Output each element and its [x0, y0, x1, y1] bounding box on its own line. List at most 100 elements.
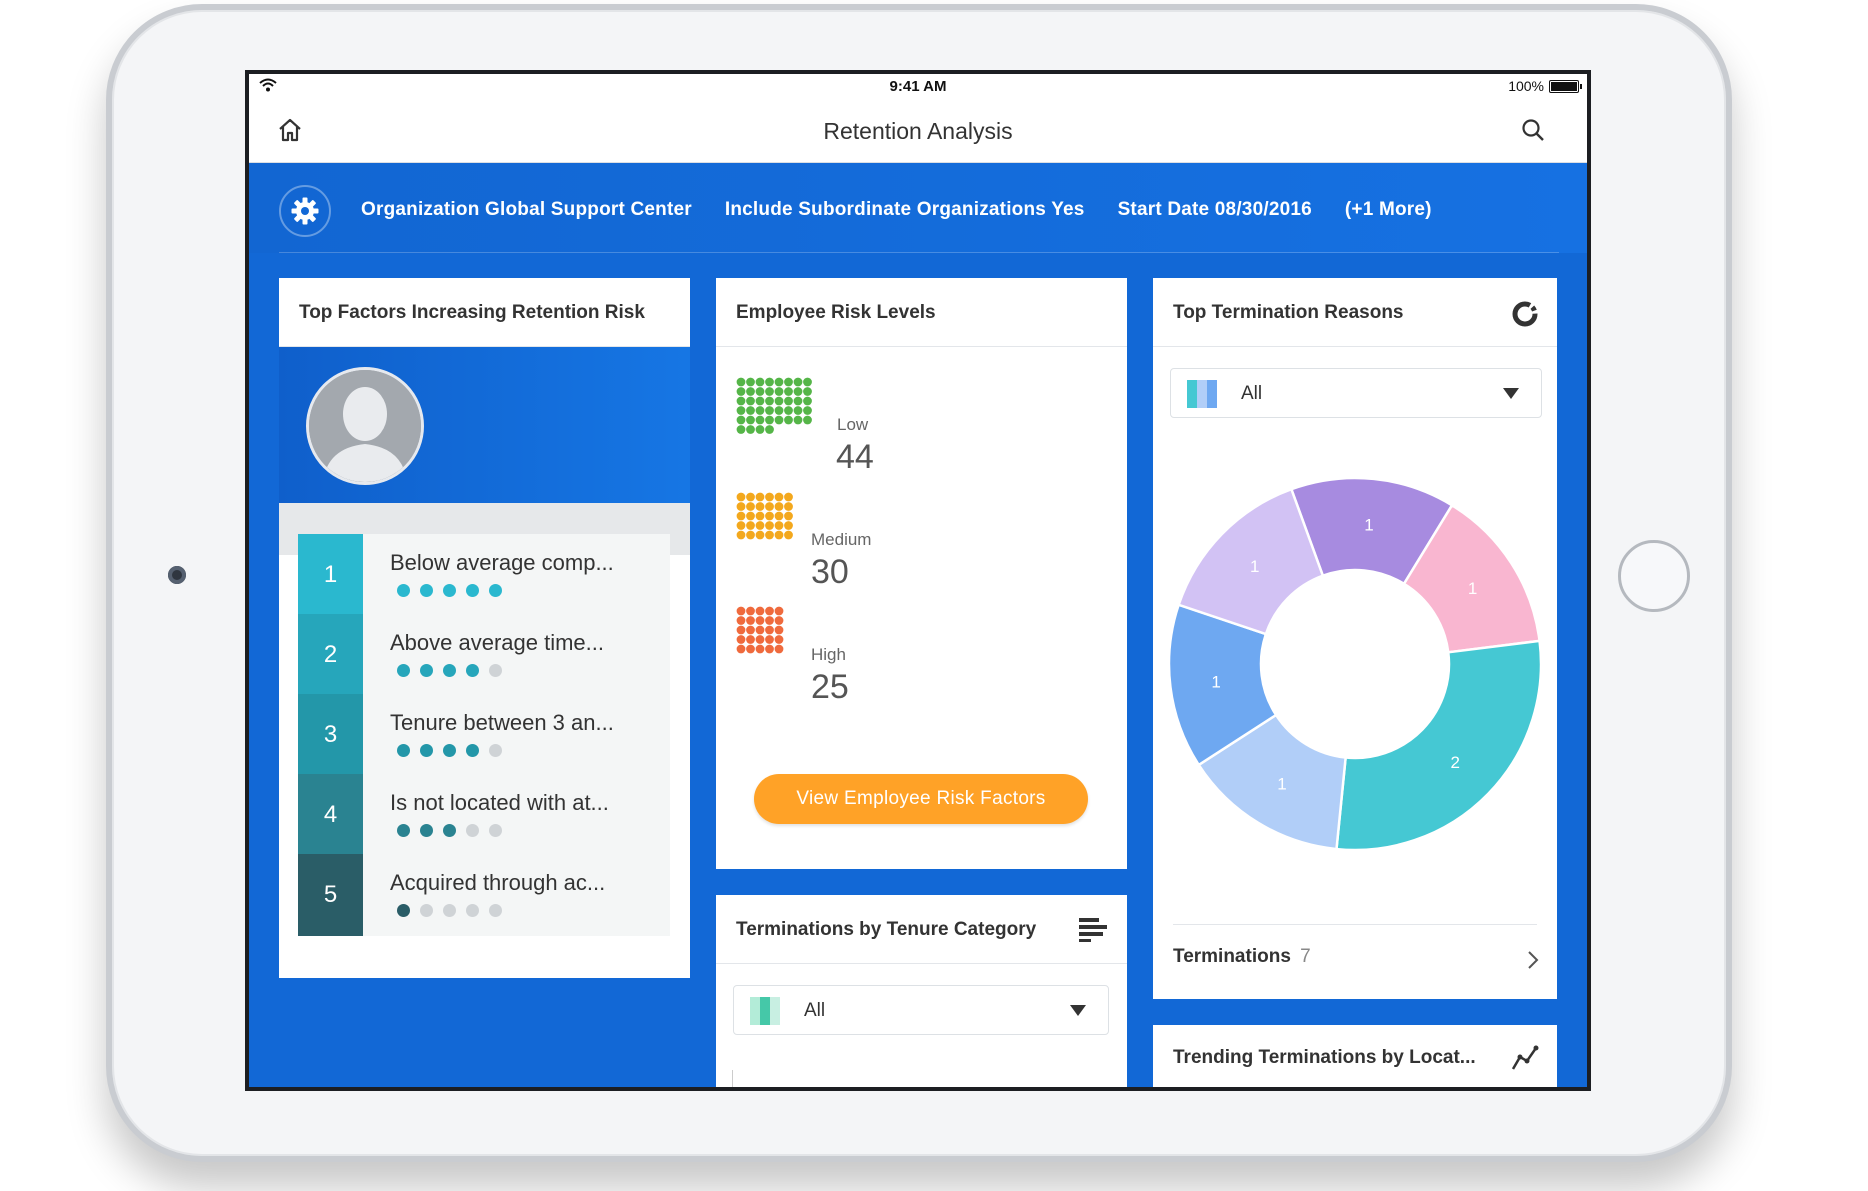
filter-start-date[interactable]: Start Date 08/30/2016 [1118, 199, 1312, 221]
risk-dot-low [803, 387, 812, 396]
risk-dot-low [774, 396, 784, 406]
factor-score-dots [397, 744, 502, 757]
donut-slice-label: 1 [1468, 579, 1477, 598]
filter-more[interactable]: (+1 More) [1345, 199, 1432, 221]
score-dot-empty [489, 824, 502, 837]
tenure-header: Terminations by Tenure Category [716, 895, 1127, 964]
risk-dot-medium [736, 492, 746, 502]
terminations-count: 7 [1300, 946, 1311, 967]
risk-dot-low [784, 406, 793, 415]
tenure-chevron-down-icon [1070, 1005, 1086, 1016]
risk-dot-high [746, 616, 755, 625]
risk-dot-low [755, 415, 765, 425]
factor-row[interactable]: 3 Tenure between 3 an... [298, 694, 670, 776]
risk-dot-medium [755, 511, 765, 521]
risk-dot-low [765, 415, 774, 425]
nav-bar: Retention Analysis [249, 98, 1587, 163]
risk-dot-medium [755, 521, 765, 530]
score-dot-filled [420, 824, 433, 837]
donut-slice-label: 2 [1450, 753, 1459, 772]
tenure-select[interactable]: All [733, 985, 1109, 1035]
search-icon[interactable] [1521, 118, 1545, 142]
risk-dot-high [765, 625, 774, 635]
risk-dot-high [774, 616, 784, 625]
line-chart-icon[interactable] [1511, 1045, 1539, 1071]
view-risk-factors-button[interactable]: View Employee Risk Factors [754, 774, 1088, 824]
termination-reasons-select[interactable]: All [1170, 368, 1542, 418]
score-dot-filled [397, 584, 410, 597]
factor-label: Above average time... [390, 630, 605, 655]
score-dot-filled [443, 824, 456, 837]
risk-dot-low [755, 406, 765, 415]
battery-percent: 100% [1508, 78, 1544, 94]
factor-row[interactable]: 4 Is not located with at... [298, 774, 670, 856]
risk-dot-low [765, 387, 774, 396]
risk-dot-low [746, 396, 755, 406]
risk-dot-medium [746, 502, 755, 511]
factor-row[interactable]: 5 Acquired through ac... [298, 854, 670, 936]
filter-include-subordinates[interactable]: Include Subordinate Organizations Yes [725, 199, 1085, 221]
gear-icon [291, 197, 319, 225]
avatar[interactable] [306, 367, 424, 485]
top-factors-header: Top Factors Increasing Retention Risk [279, 278, 690, 347]
page-title: Retention Analysis [823, 118, 1013, 144]
factor-score-dots [397, 824, 502, 837]
risk-dot-low [784, 396, 793, 406]
risk-dot-low [755, 396, 765, 406]
trending-card: Trending Terminations by Locat... [1153, 1025, 1557, 1087]
risk-dot-low [793, 396, 803, 406]
chevron-right-icon[interactable] [1527, 950, 1539, 970]
risk-dot-medium [774, 511, 784, 521]
score-dot-filled [466, 584, 479, 597]
risk-dot-medium [755, 502, 765, 511]
termination-reasons-donut[interactable]: 1 1 2 1 1 1 [1153, 458, 1557, 878]
factor-row[interactable]: 2 Above average time... [298, 614, 670, 696]
home-hardware-button[interactable] [1618, 540, 1690, 612]
risk-dot-low [765, 425, 774, 434]
risk-dot-medium [746, 492, 755, 502]
score-dot-filled [466, 664, 479, 677]
risk-dot-medium [784, 511, 793, 521]
terminations-footer[interactable]: Terminations 7 [1173, 946, 1311, 968]
risk-dot-medium [746, 530, 755, 540]
risk-dot-medium [755, 492, 765, 502]
risk-dot-high [746, 635, 755, 644]
risk-dot-low [765, 406, 774, 415]
filter-settings-button[interactable] [279, 185, 331, 237]
donut-slice[interactable] [1335, 639, 1543, 852]
tenure-chart-axis [732, 1070, 733, 1087]
risk-dot-high [746, 644, 755, 654]
score-dot-empty [489, 904, 502, 917]
risk-dot-medium [736, 511, 746, 521]
factor-score-dots [397, 904, 502, 917]
score-dot-filled [397, 904, 410, 917]
score-dot-filled [443, 744, 456, 757]
terminations-label: Terminations [1173, 946, 1291, 967]
tenure-card: Terminations by Tenure Category All [716, 895, 1127, 1087]
risk-dot-medium [765, 521, 774, 530]
risk-dot-medium [784, 502, 793, 511]
risk-dot-medium [784, 492, 793, 502]
factor-row[interactable]: 1 Below average comp... [298, 534, 670, 616]
risk-dot-low [793, 406, 803, 415]
legend-swatch-icon [1187, 380, 1217, 408]
score-dot-filled [443, 584, 456, 597]
risk-dot-high [736, 625, 746, 635]
risk-dot-medium [765, 530, 774, 540]
bar-chart-icon[interactable] [1079, 918, 1107, 942]
risk-medium-label: Medium [811, 530, 872, 549]
risk-dot-high [755, 625, 765, 635]
risk-dot-low [784, 387, 793, 396]
risk-dot-high [774, 606, 784, 616]
risk-dot-low [755, 377, 765, 387]
risk-dot-high [774, 644, 784, 654]
risk-dot-medium [736, 502, 746, 511]
factor-label: Tenure between 3 an... [390, 710, 614, 735]
risk-dot-low [736, 377, 746, 387]
risk-dot-low [803, 377, 812, 387]
factor-score-dots [397, 584, 502, 597]
risk-dot-medium [746, 521, 755, 530]
donut-chart-icon[interactable] [1511, 300, 1539, 328]
filter-organization[interactable]: Organization Global Support Center [361, 199, 692, 221]
risk-dot-low [774, 387, 784, 396]
